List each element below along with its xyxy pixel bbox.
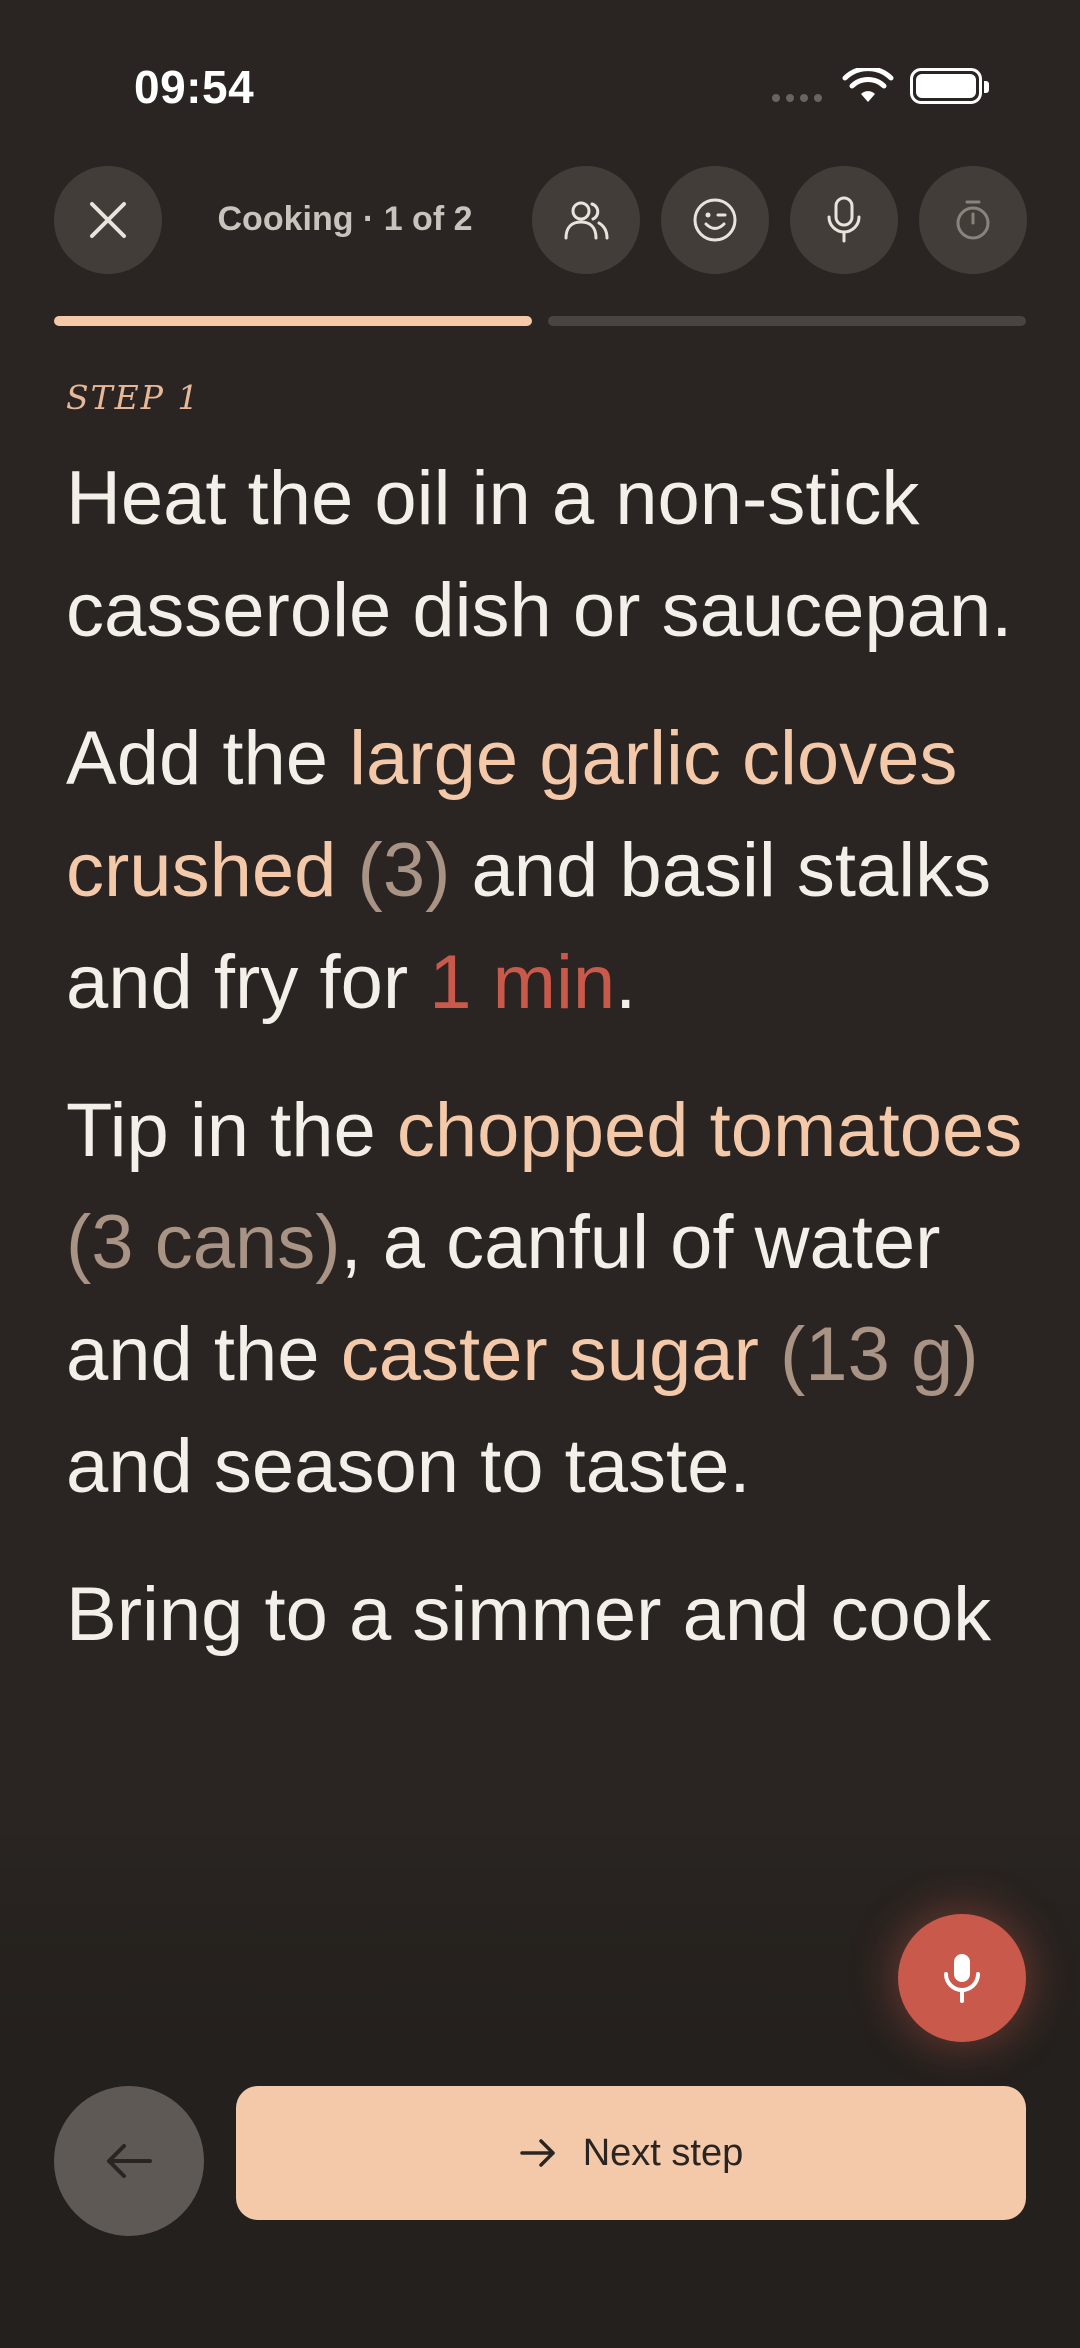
status-bar: 09:54 [0,0,1080,170]
servings-button[interactable] [532,166,640,274]
next-step-label: Next step [582,2131,744,2174]
ingredient-quantity: (13 g) [780,1312,979,1397]
microphone-icon [944,1954,980,2003]
close-button[interactable] [54,166,162,274]
step-content: STEP 1 Heat the oil in a non-stick casse… [66,378,1026,1707]
status-time: 09:54 [134,61,255,113]
next-step-button[interactable]: Next step [236,2086,1026,2220]
cooking-progress-title: Cooking · 1 of 2 [217,200,473,238]
feedback-button[interactable] [661,166,769,274]
ingredient-highlight[interactable]: chopped tomatoes [397,1088,1022,1173]
step-paragraph: Tip in the chopped tomatoes (3 cans), a … [66,1088,1023,1509]
stopwatch-icon [956,200,990,240]
voice-assistant-button[interactable] [898,1914,1026,2042]
arrow-left-icon [107,2144,152,2178]
progress-segment-remaining [548,316,1026,326]
step-paragraph: Add the large garlic cloves crushed (3) … [66,716,992,1025]
ingredient-quantity: (3) [357,828,451,913]
wifi-icon [842,68,894,102]
voice-button[interactable] [790,166,898,274]
step-paragraph: Bring to a simmer and cook [66,1572,992,1657]
cellular-signal-icon [772,94,822,102]
people-icon [564,201,609,240]
arrow-right-icon [519,2139,555,2167]
progress-segment-complete [54,316,532,326]
timer-button[interactable] [919,166,1027,274]
smiley-icon [693,198,737,242]
timer-highlight[interactable]: 1 min [429,940,615,1025]
step-paragraph: Heat the oil in a non-stick casserole di… [66,456,1013,653]
battery-icon [910,68,989,104]
ingredient-highlight[interactable]: caster sugar [341,1312,759,1397]
previous-step-button[interactable] [54,2086,204,2236]
ingredient-quantity: (3 cans) [66,1200,341,1285]
close-icon [90,202,126,238]
microphone-icon [827,196,861,243]
cooking-toolbar: Cooking · 1 of 2 [0,166,1080,276]
step-label: STEP 1 [66,378,201,417]
step-progress-bar [54,316,1026,326]
